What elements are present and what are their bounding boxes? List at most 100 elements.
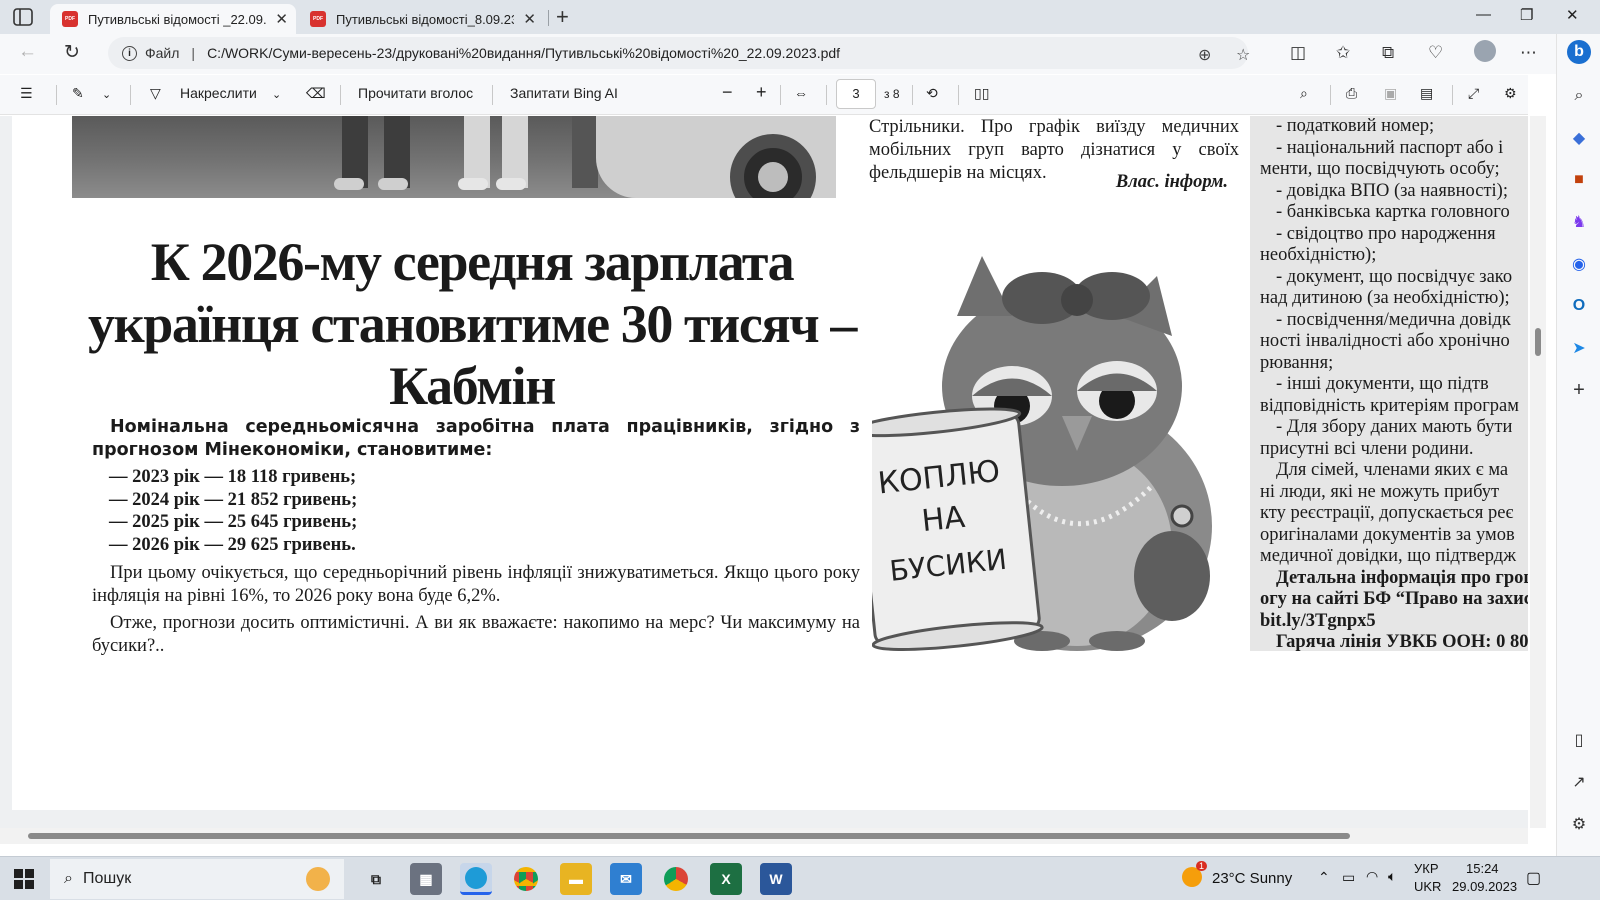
- right-column-line: над дитиною (за необхідністю);: [1260, 288, 1510, 308]
- clock-date[interactable]: 29.09.2023: [1452, 879, 1517, 894]
- highlight-icon[interactable]: ✎: [72, 85, 84, 102]
- split-screen-icon[interactable]: ◫: [1290, 43, 1306, 63]
- chrome-icon[interactable]: [510, 863, 542, 895]
- search-highlight-icon: [306, 867, 330, 891]
- divider: [56, 85, 57, 105]
- search-icon[interactable]: ⌕: [1300, 85, 1308, 102]
- close-window-button[interactable]: ✕: [1566, 6, 1579, 24]
- language-indicator[interactable]: УКР: [1414, 861, 1439, 876]
- table-of-contents-icon[interactable]: ☰: [20, 85, 33, 102]
- collections-icon[interactable]: ⧉: [1382, 43, 1394, 63]
- task-view-icon[interactable]: ⧉: [360, 863, 392, 895]
- new-tab-button[interactable]: +: [556, 4, 569, 30]
- reload-button[interactable]: ↻: [64, 41, 80, 64]
- calculator-icon[interactable]: ▦: [410, 863, 442, 895]
- mail-icon[interactable]: ✉: [610, 863, 642, 895]
- zoom-icon[interactable]: ⊕: [1198, 45, 1211, 65]
- battery-icon[interactable]: ▭: [1342, 869, 1355, 886]
- vertical-scrollbar[interactable]: [1530, 116, 1546, 828]
- right-column-line: присутні всі члени родини.: [1260, 438, 1474, 459]
- minimize-button[interactable]: —: [1476, 6, 1491, 23]
- right-column-line: необхідністю);: [1260, 245, 1377, 265]
- save-as-icon[interactable]: ▤: [1420, 85, 1433, 102]
- url-text[interactable]: C:/WORK/Суми-вересень-23/друковані%20вид…: [207, 45, 840, 61]
- tab-pdf-22-09[interactable]: PDF Путивльські відомості _22.09.2023.pd…: [50, 4, 296, 34]
- shopping-tag-icon[interactable]: ◆: [1567, 126, 1591, 150]
- divider: |: [191, 45, 196, 61]
- info-icon[interactable]: i: [122, 45, 137, 61]
- show-hidden-icons[interactable]: ⌃: [1318, 869, 1330, 886]
- games-icon[interactable]: ♞: [1567, 210, 1591, 234]
- draw-icon[interactable]: ▽: [150, 85, 161, 102]
- eraser-icon[interactable]: ⌫: [306, 85, 326, 102]
- rotate-icon[interactable]: ⟲: [926, 85, 938, 102]
- page-number-input[interactable]: 3: [836, 79, 876, 109]
- chevron-down-icon[interactable]: ⌄: [102, 88, 111, 101]
- pdf-settings-icon[interactable]: ⚙: [1504, 85, 1517, 102]
- zoom-in-button[interactable]: +: [756, 82, 767, 103]
- drop-send-icon[interactable]: ➤: [1567, 336, 1591, 360]
- owl-illustration: КОПЛЮ НА БУСИКИ: [872, 256, 1212, 651]
- word-icon[interactable]: W: [760, 863, 792, 895]
- draw-button[interactable]: Накреслити: [180, 85, 257, 101]
- microsoft365-icon[interactable]: ◉: [1567, 252, 1591, 276]
- edge-icon[interactable]: [460, 863, 492, 895]
- tab-actions-icon[interactable]: [12, 7, 34, 27]
- bing-copilot-icon[interactable]: b: [1567, 40, 1591, 64]
- taskbar-search[interactable]: ⌕ Пошук: [50, 859, 344, 899]
- open-external-icon[interactable]: ↗: [1567, 770, 1591, 794]
- close-tab-icon[interactable]: ✕: [523, 10, 536, 28]
- favorites-icon[interactable]: ✩: [1336, 43, 1350, 63]
- hide-sidebar-icon[interactable]: ▯: [1567, 728, 1591, 752]
- horizontal-scrollbar-thumb[interactable]: [28, 833, 1350, 839]
- favorite-star-icon[interactable]: ☆: [1236, 45, 1250, 65]
- address-bar[interactable]: i Файл | C:/WORK/Суми-вересень-23/друков…: [108, 37, 1250, 69]
- right-column-line: - національний паспорт або і: [1276, 137, 1504, 158]
- page-view-icon[interactable]: ▯▯: [974, 85, 989, 102]
- notification-icon[interactable]: ▢: [1526, 868, 1541, 888]
- outlook-icon[interactable]: O: [1567, 294, 1591, 318]
- right-column-line: - банківська картка головного: [1276, 202, 1510, 222]
- address-row: ← ↻ i Файл | C:/WORK/Суми-вересень-23/др…: [0, 34, 1560, 74]
- right-column-line: ні люди, які не можуть прибут: [1260, 481, 1500, 502]
- right-column-line: ності інвалідності або хронічно: [1260, 331, 1510, 351]
- volume-icon[interactable]: 🔈︎: [1388, 868, 1396, 885]
- back-button[interactable]: ←: [18, 41, 37, 63]
- windows-start-icon[interactable]: [14, 869, 34, 889]
- right-column-line: Гаряча лінія УВКБ ООН: 0 80: [1276, 632, 1528, 651]
- chrome-profile-icon[interactable]: [660, 863, 692, 895]
- wifi-icon[interactable]: ◠: [1366, 868, 1378, 885]
- vertical-scrollbar-thumb[interactable]: [1535, 328, 1541, 356]
- search-icon[interactable]: ⌕: [1567, 84, 1591, 108]
- profile-avatar[interactable]: [1474, 40, 1496, 62]
- restore-button[interactable]: ❐: [1520, 6, 1533, 24]
- divider: [130, 85, 131, 105]
- save-icon[interactable]: ▣: [1384, 85, 1397, 102]
- ask-bing-button[interactable]: Запитати Bing AI: [510, 85, 618, 101]
- excel-icon[interactable]: X: [710, 863, 742, 895]
- right-column-line: оригіналами документів за умов: [1260, 524, 1515, 545]
- zoom-out-button[interactable]: −: [722, 82, 733, 103]
- extensions-icon[interactable]: ♡: [1428, 43, 1443, 63]
- article-paragraph: Отже, прогнози досить оптимістичні. А ви…: [92, 613, 860, 656]
- close-tab-icon[interactable]: ✕: [275, 10, 288, 28]
- divider: [340, 85, 341, 105]
- weather-text[interactable]: 23°C Sunny: [1212, 870, 1292, 887]
- sidebar-settings-icon[interactable]: ⚙: [1567, 812, 1591, 836]
- add-sidebar-app-icon[interactable]: +: [1567, 378, 1591, 402]
- fit-to-width-icon[interactable]: ⇔: [794, 85, 808, 101]
- fullscreen-icon[interactable]: ⤢: [1468, 85, 1479, 102]
- print-icon[interactable]: ⎙: [1346, 85, 1357, 102]
- file-explorer-icon[interactable]: ▬: [560, 863, 592, 895]
- clock-time[interactable]: 15:24: [1466, 861, 1499, 876]
- tab-pdf-08-09[interactable]: PDF Путивльські відомості_8.09.23.pdf ✕: [298, 4, 544, 34]
- pdf-viewport[interactable]: Стрільники. Про графік виїзду медичних м…: [0, 116, 1528, 828]
- owl-sign-line: НА: [920, 500, 967, 539]
- pdf-file-icon: PDF: [310, 11, 326, 27]
- settings-more-icon[interactable]: ⋯: [1520, 43, 1537, 63]
- tools-briefcase-icon[interactable]: ■: [1567, 168, 1591, 192]
- read-aloud-button[interactable]: Прочитати вголос: [358, 85, 473, 101]
- horizontal-scrollbar[interactable]: [0, 828, 1528, 844]
- chevron-down-icon[interactable]: ⌄: [272, 88, 281, 101]
- right-column-line: Для сімей, членами яких є ма: [1276, 460, 1509, 480]
